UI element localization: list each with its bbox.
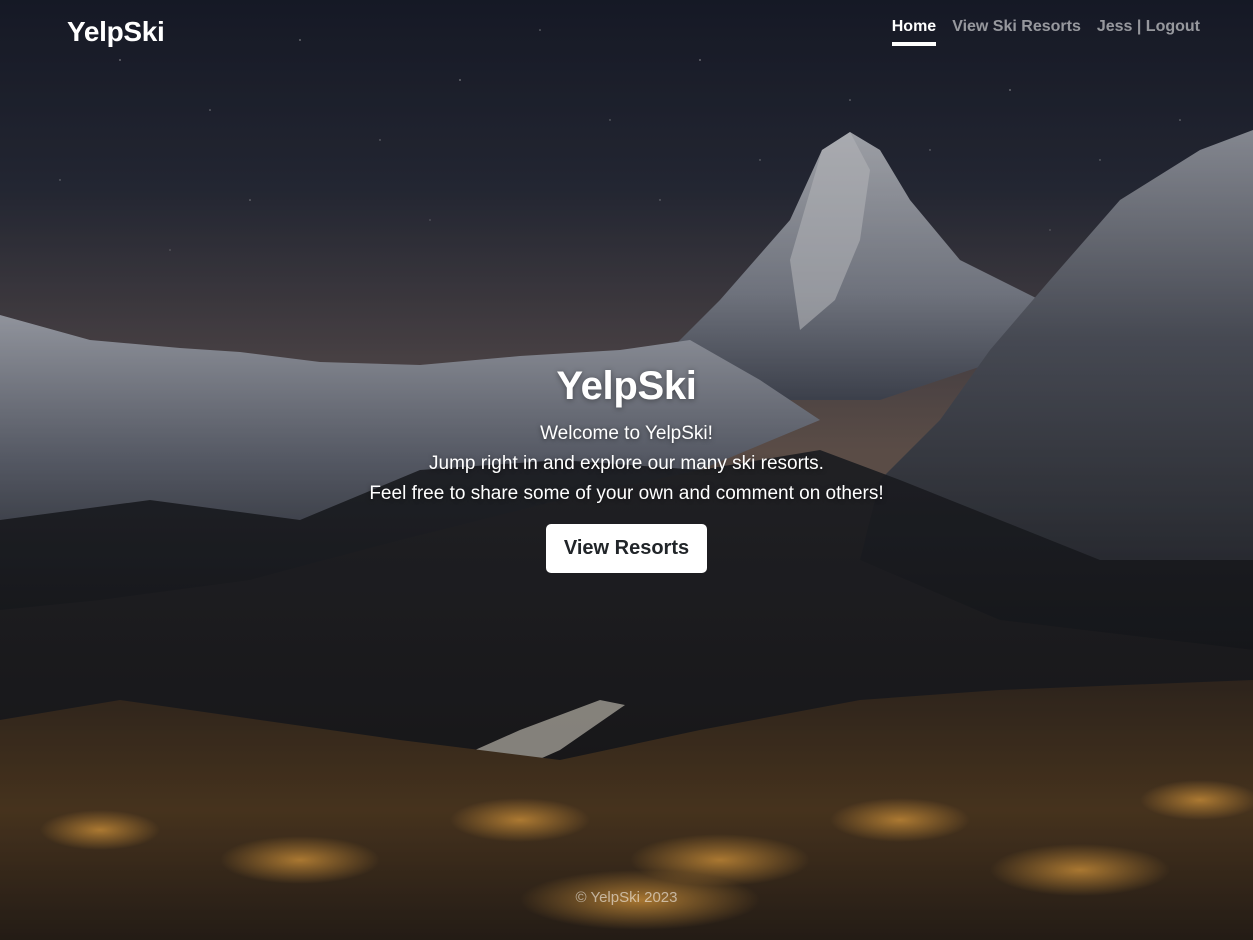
brand-logo[interactable]: YelpSki	[67, 16, 165, 48]
view-resorts-button[interactable]: View Resorts	[545, 524, 708, 573]
hero-line-share: Feel free to share some of your own and …	[369, 483, 884, 504]
hero-line-welcome: Welcome to YelpSki!	[540, 423, 713, 444]
nav-links: Home View Ski Resorts Jess | Logout	[891, 16, 1200, 46]
nav-link-view-ski-resorts[interactable]: View Ski Resorts	[952, 16, 1081, 46]
nav-link-logout[interactable]: Jess | Logout	[1097, 16, 1200, 46]
hero-line-explore: Jump right in and explore our many ski r…	[429, 453, 824, 474]
hero-title: YelpSki	[556, 364, 697, 408]
hero-content: YelpSki Welcome to YelpSki! Jump right i…	[0, 364, 1253, 573]
nav-link-home[interactable]: Home	[891, 16, 937, 46]
navbar: YelpSki Home View Ski Resorts Jess | Log…	[0, 0, 1253, 62]
footer: © YelpSki 2023	[0, 889, 1253, 906]
footer-copyright: © YelpSki 2023	[575, 889, 678, 906]
